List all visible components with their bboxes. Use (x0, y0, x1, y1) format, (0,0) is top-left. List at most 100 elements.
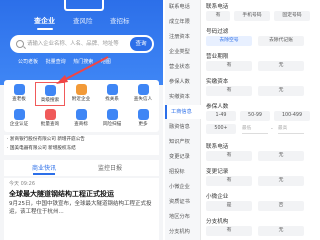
sidebar-item[interactable]: 知识产权 (165, 135, 201, 149)
filter-option[interactable]: 无 (258, 86, 304, 96)
news-item[interactable]: · 浙商银行股份有限公司 新增开庭公告 (4, 135, 159, 144)
filter-screen: 联系电话 成立年限 注册资本 企业类型 营业状态 参保人数 实缴资本 工商信息 … (165, 0, 320, 240)
sidebar-item[interactable]: 分支机构 (165, 225, 201, 239)
risk-icon (106, 109, 118, 120)
sidebar-item[interactable]: 地区分布 (165, 210, 201, 224)
sidebar-item[interactable]: 融资信息 (165, 120, 201, 134)
dishonest-icon (137, 84, 149, 95)
tab-risk[interactable]: 查风险 (73, 16, 93, 26)
filter-option[interactable]: 1-49 (206, 111, 236, 121)
trademark-icon (75, 109, 87, 120)
sidebar-item[interactable]: 联系电话 (165, 0, 201, 14)
grid-item-advanced-search[interactable]: 高级搜索 (35, 82, 65, 106)
sidebar-item[interactable]: 企业类型 (165, 45, 201, 59)
sidebar-item[interactable]: 营业状态 (165, 60, 201, 74)
filter-option[interactable]: 是 (206, 201, 252, 211)
filter-option[interactable]: 固定号码 (274, 11, 310, 21)
search-input[interactable]: 请输入企业名称、人名、品牌、地址等 (27, 39, 127, 47)
app-logo (64, 0, 104, 11)
filter-option[interactable]: 有 (206, 176, 252, 186)
grid-item-batch[interactable]: 批量查询 (35, 107, 65, 131)
batch-icon (44, 109, 56, 120)
tab-indicator (37, 28, 53, 30)
section-title: 联系电话 (206, 4, 229, 10)
grid-item-trademark[interactable]: 查商标 (66, 107, 96, 131)
section-title: 实缴资本 (206, 79, 229, 85)
cert-icon (13, 109, 25, 120)
grid-item-relation[interactable]: 找关系 (97, 82, 127, 106)
sidebar-item[interactable]: 变更记录 (165, 150, 201, 164)
grid-item-more[interactable]: 更多 (128, 107, 158, 131)
filter-option[interactable]: 去除代记账 (258, 36, 304, 46)
home-screen: 查企业 查风险 查招标 请输入企业名称、人名、品牌、地址等 查询 公司老板 批量… (0, 0, 163, 240)
section-title: 营业期限 (206, 54, 229, 60)
content-tabs: 商业快讯 监控日报 (4, 160, 159, 176)
tab-company[interactable]: 查企业 (34, 16, 55, 26)
news-item[interactable]: · 国美电器有限公司 新增股权冻结 (4, 144, 159, 153)
tab-business-news[interactable]: 商业快讯 (32, 163, 56, 172)
chip-batch[interactable]: 批量查询 (46, 59, 66, 65)
filter-option[interactable]: 无 (258, 61, 304, 71)
grid-item-dishonest[interactable]: 查失信人 (128, 82, 158, 106)
section-title: 号码过滤 (206, 29, 229, 35)
filter-sidebar: 联系电话 成立年限 注册资本 企业类型 营业状态 参保人数 实缴资本 工商信息 … (165, 0, 201, 240)
range-max-input[interactable]: 最高 (278, 124, 304, 134)
nearby-icon (75, 84, 87, 95)
section-title: 分支机构 (206, 219, 229, 225)
range-min-input[interactable]: 最低 (242, 124, 268, 134)
sidebar-item[interactable]: 资质证书 (165, 195, 201, 209)
filter-option[interactable]: 有 (206, 11, 230, 21)
chip-boss[interactable]: 公司老板 (18, 59, 38, 65)
search-icon (16, 40, 24, 48)
grid-item-cert[interactable]: 企业认证 (4, 107, 34, 131)
filter-option[interactable]: 100-499 (274, 111, 310, 121)
sidebar-item-active[interactable]: 工商信息 (165, 105, 201, 119)
filter-option[interactable]: 500+ (206, 124, 236, 134)
filter-option[interactable]: 否 (258, 201, 304, 211)
sidebar-item[interactable]: 成立年限 (165, 15, 201, 29)
boss-icon (13, 84, 25, 95)
search-button[interactable]: 查询 (130, 37, 152, 51)
chip-hot[interactable]: 热门搜索 (73, 59, 93, 65)
filter-option[interactable]: 无 (258, 226, 304, 236)
chip-map[interactable]: 地图 (101, 59, 111, 65)
sidebar-item[interactable]: 参保人数 (165, 75, 201, 89)
sidebar-item[interactable]: 注册资本 (165, 30, 201, 44)
sidebar-item[interactable]: 小微企业 (165, 180, 201, 194)
grid-item-nearby[interactable]: 附近企业 (66, 82, 96, 106)
article-body: 9月25日，中国中铁宣布，全球最大隧道钢结构工程正式投运，该工程位于杭州... (9, 201, 152, 215)
quick-chips: 公司老板 批量查询 热门搜索 地图 (18, 58, 158, 68)
filter-option[interactable]: 有 (206, 151, 252, 161)
header-bar: 查企业 查风险 查招标 请输入企业名称、人名、品牌、地址等 查询 公司老板 批量… (0, 0, 163, 85)
news-ticker: · 浙商银行股份有限公司 新增开庭公告 · 国美电器有限公司 新增股权冻结 (4, 135, 159, 155)
content-tab-indicator (33, 173, 55, 175)
filter-option[interactable]: 无 (258, 151, 304, 161)
grid-item-boss[interactable]: 查老板 (4, 82, 34, 106)
search-box[interactable]: 请输入企业名称、人名、品牌、地址等 查询 (10, 35, 154, 53)
feature-grid: 查老板 高级搜索 附近企业 找关系 查失信人 企业认证 批量查询 查商标 风险扫… (4, 80, 159, 132)
article-card[interactable]: 今天 09:26 全球最大隧道钢结构工程正式投运 9月25日，中国中铁宣布，全球… (4, 178, 159, 240)
section-title: 小微企业 (206, 194, 229, 200)
grid-item-risk[interactable]: 风险扫描 (97, 107, 127, 131)
tab-bidding[interactable]: 查招标 (110, 16, 130, 26)
filter-options: 联系电话 有 手机号码 固定号码 号码过滤 去除空号 去除代记账 营业期限 有 … (202, 0, 320, 240)
tab-monitor-daily[interactable]: 监控日报 (98, 163, 122, 172)
top-tabs: 查企业 查风险 查招标 (26, 16, 144, 30)
filter-option[interactable]: 有 (206, 226, 252, 236)
filter-option[interactable]: 50-99 (240, 111, 270, 121)
sidebar-item[interactable]: 实缴资本 (165, 90, 201, 104)
article-title: 全球最大隧道钢结构工程正式投运 (9, 190, 114, 198)
article-date: 今天 09:26 (9, 181, 35, 187)
sidebar-item[interactable]: 招投标 (165, 165, 201, 179)
more-icon (137, 109, 149, 120)
filter-option[interactable]: 手机号码 (234, 11, 270, 21)
filter-option[interactable]: 有 (206, 86, 252, 96)
screenshot-root: 查企业 查风险 查招标 请输入企业名称、人名、品牌、地址等 查询 公司老板 批量… (0, 0, 320, 240)
range-dash: - (271, 126, 273, 132)
relation-icon (106, 84, 118, 95)
section-title: 联系电话 (206, 144, 229, 150)
filter-option[interactable]: 去除空号 (206, 36, 252, 46)
filter-option[interactable]: 无 (258, 176, 304, 186)
filter-option[interactable]: 有 (206, 61, 252, 71)
section-title: 变更记录 (206, 169, 229, 175)
